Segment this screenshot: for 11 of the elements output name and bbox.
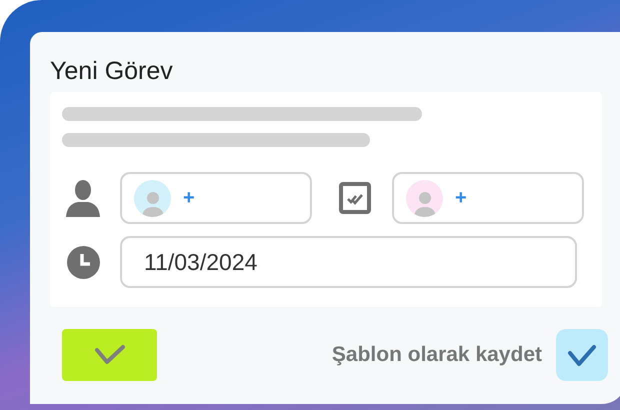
save-template-label: Şablon olarak kaydet <box>332 342 542 368</box>
dialog-title: Yeni Görev <box>50 56 173 86</box>
confirm-button[interactable] <box>62 329 157 381</box>
date-input[interactable]: 11/03/2024 <box>144 244 444 280</box>
clock-icon <box>66 246 100 278</box>
person-icon <box>66 179 100 217</box>
checkmark-icon <box>94 344 126 366</box>
checkmark-icon <box>567 343 597 367</box>
checklist-icon <box>339 182 371 214</box>
date-field[interactable]: 11/03/2024 <box>120 236 577 288</box>
save-template-checkbox[interactable] <box>556 329 608 381</box>
